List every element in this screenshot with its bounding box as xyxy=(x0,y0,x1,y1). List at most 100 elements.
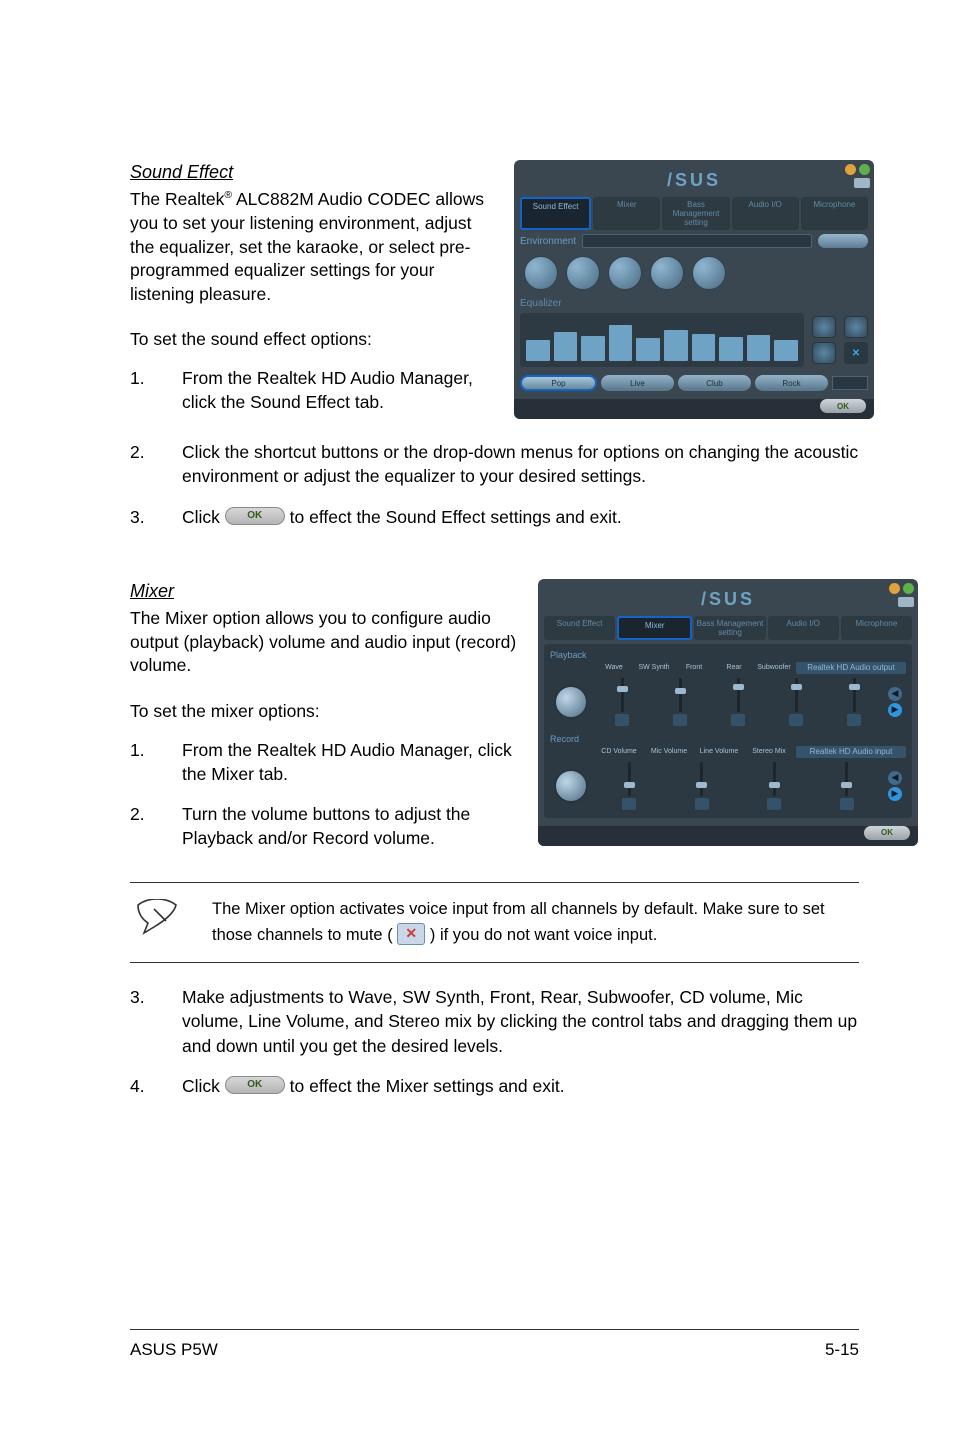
mixer-step-4: 4.Click to effect the Mixer settings and… xyxy=(130,1074,859,1098)
col-wave: Wave xyxy=(596,664,632,671)
col-stereo: Stereo Mix xyxy=(746,748,792,755)
ok-button-icon xyxy=(225,507,285,525)
env-icon-2[interactable] xyxy=(566,256,600,290)
mixer-minimize-icon[interactable] xyxy=(889,583,900,594)
mixer-heading: Mixer xyxy=(130,579,524,603)
sound-effect-step-1: 1.From the Realtek HD Audio Manager, cli… xyxy=(130,366,500,414)
eq-save[interactable] xyxy=(844,316,868,338)
preset-pop[interactable]: Pop xyxy=(520,375,597,391)
mixer-intro: The Mixer option allows you to configure… xyxy=(130,607,524,678)
slider-wave[interactable] xyxy=(596,678,648,726)
record-scroll-left[interactable]: ◀ xyxy=(888,771,902,785)
mixer-step-3-text: Make adjustments to Wave, SW Synth, Fron… xyxy=(182,985,859,1057)
preset-rock[interactable]: Rock xyxy=(755,375,828,391)
help-icon[interactable] xyxy=(854,178,870,188)
col-line: Line Volume xyxy=(696,748,742,755)
note-post: ) if you do not want voice input. xyxy=(425,926,657,944)
sound-effect-step-3: 3.Click to effect the Sound Effect setti… xyxy=(130,505,859,529)
footer-left: ASUS P5W xyxy=(130,1340,218,1360)
note-icon xyxy=(130,897,184,935)
mixer-panel-tabs: Sound Effect Mixer Bass Management setti… xyxy=(544,616,912,640)
record-scroll-right[interactable]: ▶ xyxy=(888,787,902,801)
slider-cd[interactable] xyxy=(596,762,663,810)
playback-label: Playback xyxy=(550,650,906,660)
panel-tabs: Sound Effect Mixer Bass Management setti… xyxy=(520,197,868,230)
env-icon-3[interactable] xyxy=(608,256,642,290)
mixer-step-4-text: Click to effect the Mixer settings and e… xyxy=(182,1074,859,1098)
env-icon-5[interactable] xyxy=(692,256,726,290)
sound-effect-step-2: 2.Click the shortcut buttons or the drop… xyxy=(130,440,859,488)
asus-logo: /SUS xyxy=(520,170,868,191)
mixer-tab-audio-io[interactable]: Audio I/O xyxy=(768,616,839,640)
equalizer-label: Equalizer xyxy=(520,298,868,309)
step-2-text: Click the shortcut buttons or the drop-d… xyxy=(182,440,859,488)
playback-volume-knob[interactable] xyxy=(554,685,588,719)
playback-device[interactable]: Realtek HD Audio output xyxy=(796,662,906,674)
window-controls xyxy=(845,164,870,175)
playback-scroll-left[interactable]: ◀ xyxy=(888,687,902,701)
footer-right: 5-15 xyxy=(825,1340,859,1360)
slider-line[interactable] xyxy=(741,762,808,810)
tab-mixer[interactable]: Mixer xyxy=(593,197,660,230)
step-3-text: Click to effect the Sound Effect setting… xyxy=(182,505,859,529)
slider-swsynth[interactable] xyxy=(654,678,706,726)
mixer-step-2: 2.Turn the volume buttons to adjust the … xyxy=(130,802,524,850)
record-label: Record xyxy=(550,734,906,744)
slider-rear[interactable] xyxy=(770,678,822,726)
slider-mic[interactable] xyxy=(669,762,736,810)
env-icon-4[interactable] xyxy=(650,256,684,290)
tab-microphone[interactable]: Microphone xyxy=(801,197,868,230)
equalizer-bars[interactable] xyxy=(520,313,804,367)
preset-dropdown[interactable] xyxy=(832,376,868,390)
close-icon[interactable] xyxy=(859,164,870,175)
eq-preset-b[interactable] xyxy=(812,342,836,364)
slider-sub[interactable] xyxy=(828,678,880,726)
mixer-tab-sound-effect[interactable]: Sound Effect xyxy=(544,616,615,640)
eq-preset-a[interactable] xyxy=(812,316,836,338)
sound-effect-heading: Sound Effect xyxy=(130,160,500,184)
note-callout: The Mixer option activates voice input f… xyxy=(130,882,859,963)
sound-effect-list-intro: To set the sound effect options: xyxy=(130,328,500,352)
preset-live[interactable]: Live xyxy=(601,375,674,391)
mixer-step-2-text: Turn the volume buttons to adjust the Pl… xyxy=(182,802,524,850)
preset-club[interactable]: Club xyxy=(678,375,751,391)
col-sub: Subwoofer xyxy=(756,664,792,671)
record-device[interactable]: Realtek HD Audio input xyxy=(796,746,906,758)
slider-front[interactable] xyxy=(712,678,764,726)
mixer-step-4-pre: Click xyxy=(182,1076,225,1096)
sound-effect-panel: /SUS Sound Effect Mixer Bass Management … xyxy=(514,160,874,419)
env-icon-1[interactable] xyxy=(524,256,558,290)
panel-ok-button[interactable]: OK xyxy=(820,399,866,413)
tab-bass-management[interactable]: Bass Management setting xyxy=(662,197,729,230)
environment-select[interactable] xyxy=(582,234,812,248)
registered-mark: ® xyxy=(224,189,232,201)
tab-sound-effect[interactable]: Sound Effect xyxy=(520,197,591,230)
mixer-panel: /SUS Sound Effect Mixer Bass Management … xyxy=(538,579,918,846)
ok-button-icon-2 xyxy=(225,1076,285,1094)
mixer-close-icon[interactable] xyxy=(903,583,914,594)
mixer-step-4-post: to effect the Mixer settings and exit. xyxy=(285,1076,565,1096)
col-cd: CD Volume xyxy=(596,748,642,755)
step-3-post: to effect the Sound Effect settings and … xyxy=(285,507,622,527)
mixer-asus-logo: /SUS xyxy=(544,589,912,610)
mixer-step-1-text: From the Realtek HD Audio Manager, click… xyxy=(182,738,524,786)
tab-audio-io[interactable]: Audio I/O xyxy=(732,197,799,230)
mixer-help-icon[interactable] xyxy=(898,597,914,607)
mixer-list-intro: To set the mixer options: xyxy=(130,700,524,724)
eq-delete[interactable]: ✕ xyxy=(844,342,868,364)
col-front: Front xyxy=(676,664,712,671)
intro-pre: The Realtek xyxy=(130,189,224,209)
step-1-text: From the Realtek HD Audio Manager, click… xyxy=(182,366,500,414)
step-3-pre: Click xyxy=(182,507,225,527)
reset-button[interactable] xyxy=(818,234,868,248)
mixer-panel-ok-button[interactable]: OK xyxy=(864,826,910,840)
mixer-tab-mixer[interactable]: Mixer xyxy=(617,616,692,640)
col-rear: Rear xyxy=(716,664,752,671)
slider-stereomix[interactable] xyxy=(814,762,881,810)
mixer-window-controls xyxy=(889,583,914,594)
minimize-icon[interactable] xyxy=(845,164,856,175)
playback-scroll-right[interactable]: ▶ xyxy=(888,703,902,717)
mixer-tab-bass[interactable]: Bass Management setting xyxy=(694,616,765,640)
mixer-tab-microphone[interactable]: Microphone xyxy=(841,616,912,640)
record-volume-knob[interactable] xyxy=(554,769,588,803)
